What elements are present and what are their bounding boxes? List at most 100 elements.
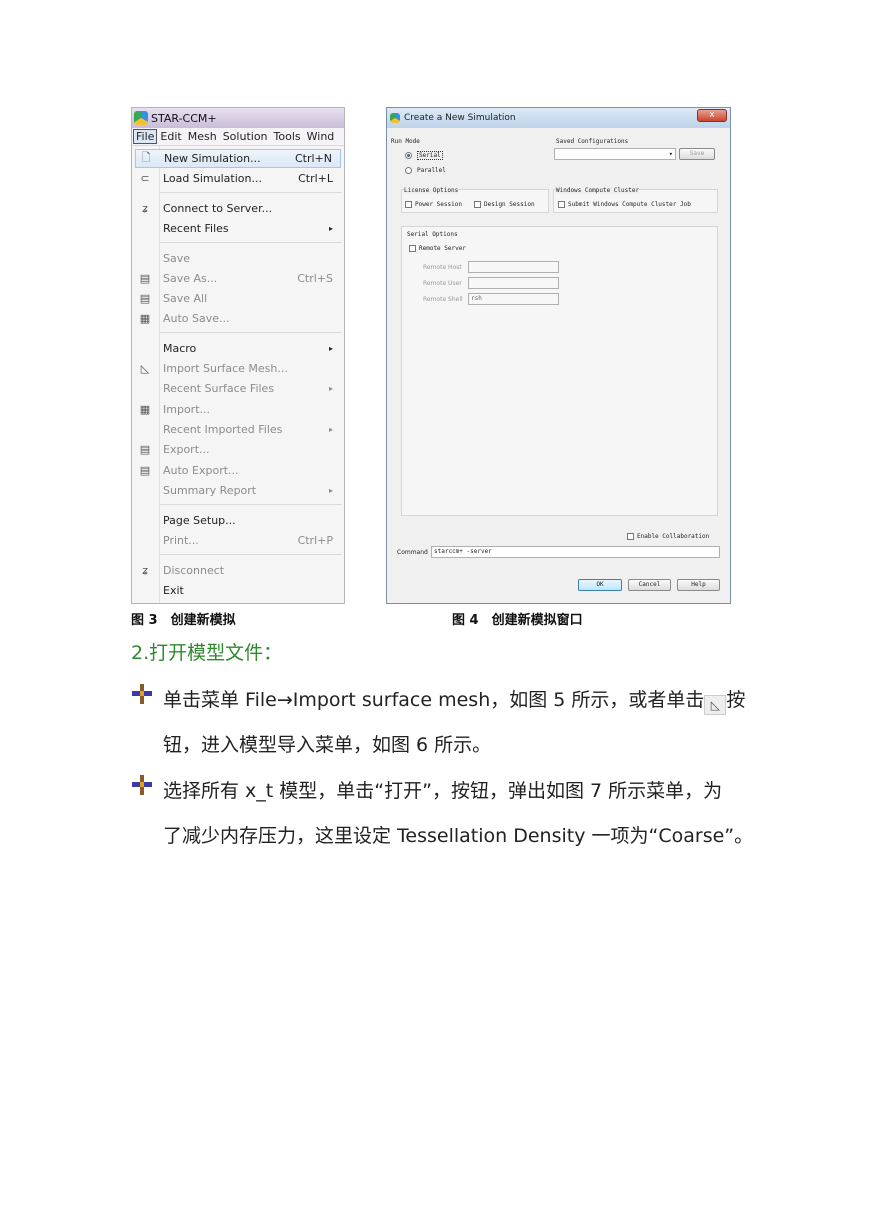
menu-item-import[interactable]: ▦ Import... [135, 400, 341, 419]
bullet-1-text-a: 单击菜单 File→Import surface mesh，如图 5 所示，或者… [163, 689, 705, 711]
bullet-2-line-2: 了减少内存压力，这里设定 Tessellation Density 一项为“Co… [163, 825, 754, 847]
menu-item-save[interactable]: Save [135, 249, 341, 268]
menu-item-load-simulation[interactable]: ⊂ Load Simulation... Ctrl+L [135, 169, 341, 188]
menu-item-exit[interactable]: Exit [135, 581, 341, 600]
saved-config-label: Saved Configurations [556, 138, 629, 145]
import-surface-mesh-icon: ◺ [704, 695, 727, 715]
parallel-radio[interactable] [405, 167, 412, 174]
command-label: Command [397, 549, 428, 556]
menu-separator [160, 192, 342, 193]
figure-4-caption: 图 4 创建新模拟窗口 [452, 613, 583, 628]
menu-item-label: Save [163, 252, 191, 265]
auto-export-icon: ▤ [139, 464, 151, 477]
import-icon: ▦ [139, 403, 151, 416]
bullet-1-line-1: 单击菜单 File→Import surface mesh，如图 5 所示，或者… [163, 685, 745, 715]
remote-host-field[interactable] [468, 261, 559, 273]
design-session-label: Design Session [484, 201, 535, 208]
parallel-label: Parallel [417, 167, 446, 174]
close-button[interactable]: x [697, 109, 727, 122]
bullet-1-text-b: 按 [726, 689, 746, 711]
menu-separator [160, 332, 342, 333]
menu-item-new-simulation[interactable]: 🗋 New Simulation... Ctrl+N [135, 149, 341, 168]
bullet-2-line-1: 选择所有 x_t 模型，单击“打开”，按钮，弹出如图 7 所示菜单，为 [163, 780, 723, 802]
star-ccm-logo-icon [390, 113, 400, 123]
menu-item-save-all[interactable]: ▤ Save All [135, 289, 341, 308]
menu-item-label: Page Setup... [163, 514, 236, 527]
menu-mesh[interactable]: Mesh [185, 130, 220, 143]
remote-shell-field[interactable]: rsh [468, 293, 559, 305]
menu-item-summary-report[interactable]: Summary Report ▸ [135, 481, 341, 500]
menu-item-label: Macro [163, 342, 197, 355]
menu-item-auto-save[interactable]: ▦ Auto Save... [135, 309, 341, 328]
enable-collaboration-checkbox[interactable] [627, 533, 634, 540]
menu-item-label: Recent Files [163, 222, 229, 235]
menu-item-recent-surface-files[interactable]: Recent Surface Files ▸ [135, 379, 341, 398]
help-button[interactable]: Help [677, 579, 720, 591]
chevron-down-icon: ▾ [668, 150, 673, 158]
menu-item-label: Auto Save... [163, 312, 230, 325]
submit-cluster-checkbox[interactable] [558, 201, 565, 208]
remote-server-label: Remote Server [419, 245, 466, 252]
menu-item-page-setup[interactable]: Page Setup... [135, 511, 341, 530]
menu-item-connect-server[interactable]: ʑ Connect to Server... [135, 199, 341, 218]
menu-item-label: Connect to Server... [163, 202, 273, 215]
menu-item-label: Auto Export... [163, 464, 239, 477]
power-session-label: Power Session [415, 201, 462, 208]
bullet-icon [132, 684, 152, 704]
file-menu-dropdown: 🗋 New Simulation... Ctrl+N ⊂ Load Simula… [132, 146, 344, 603]
figure-3-star-ccm-menu: STAR-CCM+ File Edit Mesh Solution Tools … [131, 107, 345, 604]
menu-item-label: Summary Report [163, 484, 257, 497]
menu-item-label: Import Surface Mesh... [163, 362, 288, 375]
menu-file[interactable]: File [133, 129, 158, 144]
ok-button[interactable]: OK [578, 579, 622, 591]
dialog-titlebar: Create a New Simulation [387, 108, 730, 128]
menu-item-print[interactable]: Print... Ctrl+P [135, 531, 341, 550]
menu-item-import-surface-mesh[interactable]: ◺ Import Surface Mesh... [135, 359, 341, 378]
save-config-button[interactable]: Save [679, 148, 715, 160]
menu-separator [160, 554, 342, 555]
export-icon: ▤ [139, 443, 151, 456]
dialog-title: Create a New Simulation [404, 113, 516, 123]
windows-cluster-label: Windows Compute Cluster [556, 187, 640, 194]
menu-item-macro[interactable]: Macro ▸ [135, 339, 341, 358]
serial-radio[interactable] [405, 152, 412, 159]
menu-item-label: Save As... [163, 272, 218, 285]
saved-config-select[interactable]: ▾ [554, 148, 676, 160]
design-session-checkbox[interactable] [474, 201, 481, 208]
menu-item-save-as[interactable]: ▤ Save As... Ctrl+S [135, 269, 341, 288]
menu-item-disconnect[interactable]: ʑ Disconnect [135, 561, 341, 580]
submenu-arrow-icon: ▸ [328, 425, 333, 434]
run-mode-label: Run Mode [391, 138, 420, 145]
cancel-button[interactable]: Cancel [628, 579, 671, 591]
load-sim-icon: ⊂ [140, 172, 150, 185]
remote-user-label: Remote User [423, 280, 462, 287]
serial-label: Serial [417, 151, 443, 160]
menu-item-export[interactable]: ▤ Export... [135, 440, 341, 459]
remote-server-checkbox[interactable] [409, 245, 416, 252]
menu-item-auto-export[interactable]: ▤ Auto Export... [135, 461, 341, 480]
menu-window[interactable]: Wind [304, 130, 338, 143]
serial-options-label: Serial Options [407, 231, 458, 238]
menu-item-label: Load Simulation... [163, 172, 262, 185]
menu-item-shortcut: Ctrl+N [294, 152, 332, 165]
menu-edit[interactable]: Edit [157, 130, 184, 143]
menu-tools[interactable]: Tools [271, 130, 304, 143]
menu-item-label: Export... [163, 443, 210, 456]
menu-separator [160, 504, 342, 505]
window-title: STAR-CCM+ [151, 111, 217, 125]
menu-item-recent-files[interactable]: Recent Files ▸ [135, 219, 341, 238]
remote-user-field[interactable] [468, 277, 559, 289]
disconnect-icon: ʑ [142, 564, 148, 577]
power-session-checkbox[interactable] [405, 201, 412, 208]
command-input[interactable]: starccm+ -server [431, 546, 720, 558]
figure-4-create-simulation-dialog: Create a New Simulation x Run Mode Seria… [386, 107, 731, 604]
menu-item-label: Save All [163, 292, 208, 305]
license-options-label: License Options [404, 187, 459, 194]
menu-solution[interactable]: Solution [220, 130, 271, 143]
menubar: File Edit Mesh Solution Tools Wind [132, 128, 344, 146]
enable-collaboration-label: Enable Collaboration [637, 533, 710, 540]
bullet-1-line-2: 钮，进入模型导入菜单，如图 6 所示。 [163, 734, 492, 756]
menu-item-recent-imported-files[interactable]: Recent Imported Files ▸ [135, 420, 341, 439]
menu-item-shortcut: Ctrl+S [297, 272, 333, 285]
menu-separator [160, 242, 342, 243]
